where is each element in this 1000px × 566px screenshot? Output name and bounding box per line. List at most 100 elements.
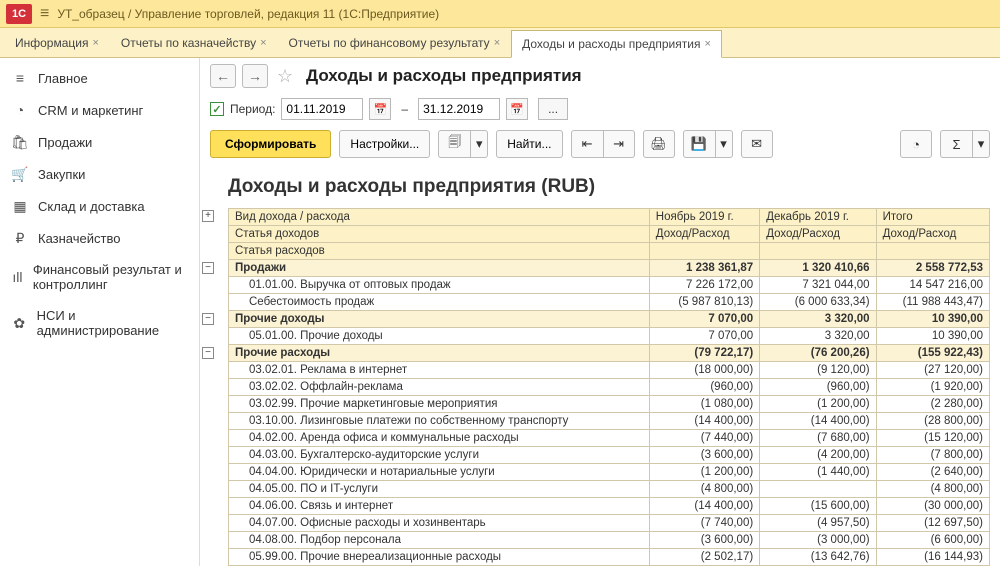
table-row: 04.02.00. Аренда офиса и коммунальные ра…: [229, 430, 990, 447]
row-value: 2 558 772,53: [876, 260, 989, 277]
row-value: (7 800,00): [876, 447, 989, 464]
burger-icon[interactable]: ≡: [40, 5, 49, 23]
table-row: Себестоимость продаж(5 987 810,13)(6 000…: [229, 294, 990, 311]
row-value: (7 680,00): [760, 430, 876, 447]
settings-button[interactable]: Настройки...: [339, 130, 430, 158]
table-row: 04.08.00. Подбор персонала(3 600,00)(3 0…: [229, 532, 990, 549]
nav-icon: ≡: [12, 70, 28, 86]
period-more-button[interactable]: ...: [538, 98, 568, 120]
row-label: 03.02.99. Прочие маркетинговые мероприят…: [229, 396, 650, 413]
table-row: 04.03.00. Бухгалтерско-аудиторские услуг…: [229, 447, 990, 464]
calendar-from-icon[interactable]: 📅: [369, 98, 391, 120]
toolbar: Сформировать Настройки... 🗐 ▾ Найти... ⇤…: [200, 124, 1000, 164]
period-to-input[interactable]: [418, 98, 500, 120]
row-value: (4 957,50): [760, 515, 876, 532]
close-icon[interactable]: ×: [704, 38, 710, 50]
sub-expense: Статья расходов: [229, 243, 650, 260]
sidebar-item-4[interactable]: ▦Склад и доставка: [0, 190, 199, 222]
sidebar-item-2[interactable]: 🛍Продажи: [0, 126, 199, 158]
table-row: Прочие расходы(79 722,17)(76 200,26)(155…: [229, 345, 990, 362]
expand-icon[interactable]: ⇥: [603, 130, 635, 158]
row-value: (1 920,00): [876, 379, 989, 396]
tab-2[interactable]: Отчеты по финансовому результату×: [278, 29, 512, 57]
sidebar-item-5[interactable]: ₽Казначейство: [0, 222, 199, 254]
favorite-star-icon[interactable]: ☆: [274, 65, 296, 87]
close-icon[interactable]: ×: [494, 37, 500, 49]
row-value: 7 070,00: [649, 311, 759, 328]
table-row: Прочие доходы7 070,003 320,0010 390,00: [229, 311, 990, 328]
copy-icon[interactable]: 🗐: [438, 130, 470, 158]
copy-dropdown-icon[interactable]: ▾: [470, 130, 488, 158]
tree-toggle[interactable]: −: [202, 262, 214, 274]
email-icon[interactable]: ✉: [741, 130, 773, 158]
tab-0[interactable]: Информация×: [4, 29, 110, 57]
close-icon[interactable]: ×: [92, 37, 98, 49]
table-row: Продажи1 238 361,871 320 410,662 558 772…: [229, 260, 990, 277]
collapse-icon[interactable]: ⇤: [571, 130, 603, 158]
sidebar-item-0[interactable]: ≡ Главное: [0, 62, 199, 94]
nav-icon: 🛒: [12, 166, 28, 182]
print-icon[interactable]: 🖨: [643, 130, 675, 158]
table-row: 03.10.00. Лизинговые платежи по собствен…: [229, 413, 990, 430]
period-from-input[interactable]: [281, 98, 363, 120]
row-value: (14 400,00): [649, 413, 759, 430]
page-header: ← → ☆ Доходы и расходы предприятия: [200, 58, 1000, 94]
calendar-to-icon[interactable]: 📅: [506, 98, 528, 120]
sidebar-item-3[interactable]: 🛒 Закупки: [0, 158, 199, 190]
page-title: Доходы и расходы предприятия: [306, 66, 582, 86]
col-nov: Ноябрь 2019 г.: [649, 209, 759, 226]
titlebar: 1C ≡ УТ_образец / Управление торговлей, …: [0, 0, 1000, 28]
row-value: 3 320,00: [760, 311, 876, 328]
sidebar-item-6[interactable]: ıllФинансовый результат и контроллинг: [0, 254, 199, 300]
titlebar-text: УТ_образец / Управление торговлей, редак…: [57, 7, 439, 21]
row-label: 04.04.00. Юридически и нотариальные услу…: [229, 464, 650, 481]
tab-1[interactable]: Отчеты по казначейству×: [110, 29, 278, 57]
nav-label: Склад и доставка: [38, 199, 145, 214]
row-value: (9 120,00): [760, 362, 876, 379]
nav-forward-button[interactable]: →: [242, 64, 268, 88]
sum-icon[interactable]: Σ: [940, 130, 972, 158]
row-value: (960,00): [649, 379, 759, 396]
row-value: 1 320 410,66: [760, 260, 876, 277]
tab-3[interactable]: Доходы и расходы предприятия ×: [511, 30, 722, 58]
sidebar-item-1[interactable]: ◔CRM и маркетинг: [0, 94, 199, 126]
col-total: Итого: [876, 209, 989, 226]
sum-dropdown-icon[interactable]: ▾: [972, 130, 990, 158]
tree-toggle[interactable]: −: [202, 347, 214, 359]
nav-icon: 🛍: [12, 134, 28, 150]
row-value: (76 200,26): [760, 345, 876, 362]
row-label: 05.99.00. Прочие внереализационные расхо…: [229, 549, 650, 566]
save-icon[interactable]: 💾: [683, 130, 715, 158]
nav-label: Главное: [38, 71, 88, 86]
row-label: Прочие расходы: [229, 345, 650, 362]
row-label: 04.07.00. Офисные расходы и хозинвентарь: [229, 515, 650, 532]
metric-total: Доход/Расход: [876, 226, 989, 243]
tab-label: Доходы и расходы предприятия: [522, 37, 700, 51]
row-value: (5 987 810,13): [649, 294, 759, 311]
col-type: Вид дохода / расхода: [229, 209, 650, 226]
sidebar-item-7[interactable]: ✿НСИ и администрирование: [0, 300, 199, 346]
sidebar: ≡ Главное ◔CRM и маркетинг🛍Продажи 🛒 Закупки…: [0, 58, 200, 566]
tree-toggle[interactable]: −: [202, 313, 214, 325]
save-dropdown-icon[interactable]: ▾: [715, 130, 733, 158]
row-value: 7 070,00: [649, 328, 759, 345]
row-value: 10 390,00: [876, 328, 989, 345]
table-subheader-1: Статья доходов Доход/Расход Доход/Расход…: [229, 226, 990, 243]
metric-dec: Доход/Расход: [760, 226, 876, 243]
nav-label: Закупки: [38, 167, 85, 182]
row-label: Прочие доходы: [229, 311, 650, 328]
chart-icon[interactable]: ◔: [900, 130, 932, 158]
nav-back-button[interactable]: ←: [210, 64, 236, 88]
generate-button[interactable]: Сформировать: [210, 130, 331, 158]
row-value: (15 120,00): [876, 430, 989, 447]
tree-toggle-root[interactable]: +: [202, 210, 214, 222]
row-label: 04.06.00. Связь и интернет: [229, 498, 650, 515]
row-value: (960,00): [760, 379, 876, 396]
nav-icon: ₽: [12, 230, 28, 246]
row-label: 04.03.00. Бухгалтерско-аудиторские услуг…: [229, 447, 650, 464]
report-table: Вид дохода / расхода Ноябрь 2019 г. Дека…: [228, 208, 990, 566]
period-checkbox[interactable]: ✓: [210, 102, 224, 116]
find-button[interactable]: Найти...: [496, 130, 562, 158]
close-icon[interactable]: ×: [260, 37, 266, 49]
period-label: Период:: [230, 102, 275, 116]
